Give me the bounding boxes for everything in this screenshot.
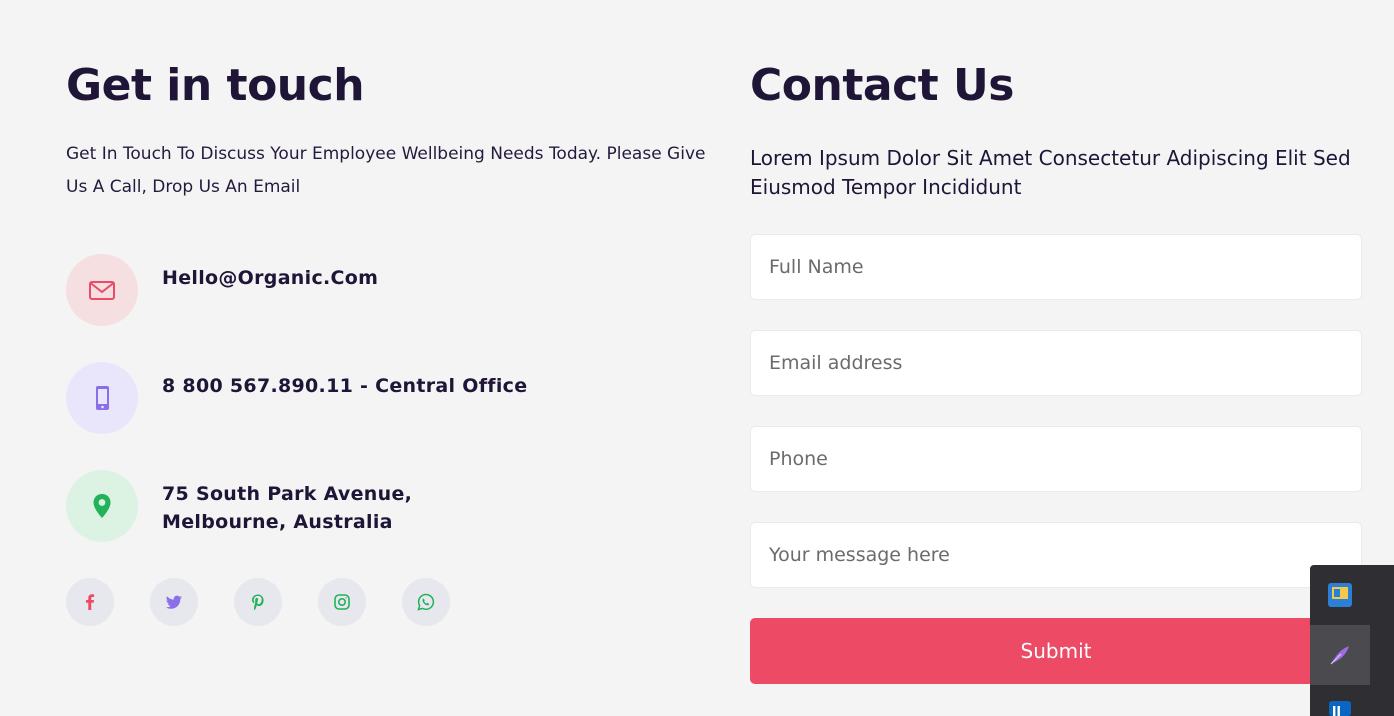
contact-email-item: Hello@Organic.Com: [66, 254, 706, 326]
whatsapp-icon: [417, 593, 435, 611]
envelope-icon: [66, 254, 138, 326]
full-name-input[interactable]: [750, 234, 1362, 300]
contact-address-item: 75 South Park Avenue, Melbourne, Austral…: [66, 470, 706, 542]
facebook-icon: [86, 594, 95, 610]
location-pin-icon: [66, 470, 138, 542]
facebook-link[interactable]: [66, 578, 114, 626]
whatsapp-link[interactable]: [402, 578, 450, 626]
instagram-link[interactable]: [318, 578, 366, 626]
floating-tray: [1310, 565, 1394, 716]
app-launcher-icon[interactable]: [1310, 565, 1370, 625]
twitter-link[interactable]: [150, 578, 198, 626]
instagram-icon: [334, 594, 350, 610]
twitter-icon: [165, 595, 182, 609]
message-input[interactable]: [750, 522, 1362, 588]
phone-input[interactable]: [750, 426, 1362, 492]
contact-us-section: Contact Us Lorem Ipsum Dolor Sit Amet Co…: [750, 58, 1362, 684]
contact-phone[interactable]: 8 800 567.890.11 - Central Office: [162, 372, 527, 400]
linkedin-icon[interactable]: [1310, 689, 1370, 716]
submit-button[interactable]: Submit: [750, 618, 1362, 684]
pinterest-icon: [252, 594, 264, 611]
contact-address: 75 South Park Avenue, Melbourne, Austral…: [162, 483, 413, 533]
contact-info-list: Hello@Organic.Com 8 800 567.890.11 - Cen…: [66, 254, 706, 542]
get-in-touch-heading: Get in touch: [66, 60, 365, 111]
email-input[interactable]: [750, 330, 1362, 396]
contact-us-lead: Lorem Ipsum Dolor Sit Amet Consectetur A…: [750, 146, 1351, 199]
contact-email[interactable]: Hello@Organic.Com: [162, 264, 378, 292]
pinterest-link[interactable]: [234, 578, 282, 626]
contact-us-heading: Contact Us: [750, 60, 1014, 111]
contact-form: [750, 234, 1362, 588]
get-in-touch-section: Get in touch Get In Touch To Discuss You…: [66, 58, 706, 626]
feather-pen-icon[interactable]: [1310, 625, 1370, 685]
contact-page: Get in touch Get In Touch To Discuss You…: [0, 0, 1394, 716]
get-in-touch-intro: Get In Touch To Discuss Your Employee We…: [66, 144, 706, 197]
contact-phone-item: 8 800 567.890.11 - Central Office: [66, 362, 706, 434]
social-links: [66, 578, 706, 626]
mobile-phone-icon: [66, 362, 138, 434]
